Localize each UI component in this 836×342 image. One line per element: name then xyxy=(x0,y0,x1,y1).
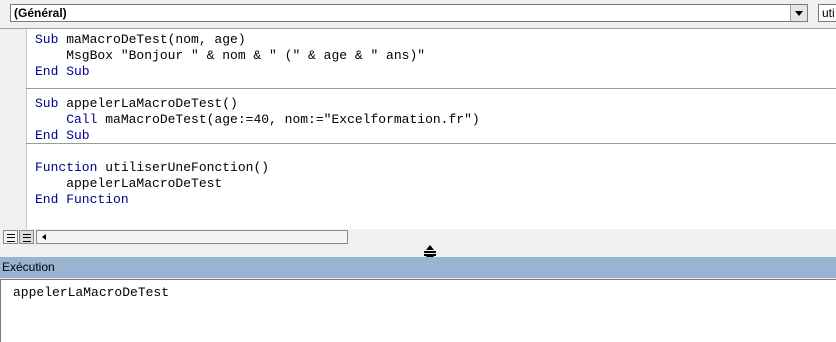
code-line[interactable]: appelerLaMacroDeTest xyxy=(35,176,222,192)
procedure-dropdown-value: uti xyxy=(822,6,835,20)
scroll-left-icon[interactable] xyxy=(39,231,51,243)
code-pane-status xyxy=(0,229,836,246)
chevron-down-icon[interactable] xyxy=(790,5,807,21)
procedure-separator xyxy=(26,143,836,144)
code-editor[interactable]: Sub maMacroDeTest(nom, age) MsgBox "Bonj… xyxy=(0,28,836,231)
object-dropdown-value: (Général) xyxy=(14,6,67,20)
procedure-separator xyxy=(26,88,836,89)
horizontal-scrollbar[interactable] xyxy=(36,230,348,244)
immediate-window-title: Exécution xyxy=(2,260,55,274)
margin-indicator-bar[interactable] xyxy=(0,29,27,231)
code-line[interactable]: MsgBox "Bonjour " & nom & " (" & age & "… xyxy=(35,48,425,64)
full-module-view-button[interactable] xyxy=(19,230,34,244)
code-line[interactable]: Call maMacroDeTest(age:=40, nom:="Excelf… xyxy=(35,112,479,128)
object-dropdown[interactable]: (Général) xyxy=(10,4,808,22)
code-line[interactable]: End Function xyxy=(35,192,129,208)
code-window-toolbar: (Général) uti xyxy=(0,0,836,28)
immediate-window-titlebar[interactable]: Exécution xyxy=(0,257,836,278)
immediate-window-input[interactable]: appelerLaMacroDeTest xyxy=(13,285,169,301)
full-module-view-icon xyxy=(23,234,31,242)
code-line[interactable]: End Sub xyxy=(35,128,90,144)
code-line[interactable]: End Sub xyxy=(35,64,90,80)
code-line[interactable]: Sub appelerLaMacroDeTest() xyxy=(35,96,238,112)
procedure-view-icon xyxy=(7,234,15,242)
procedure-dropdown[interactable]: uti xyxy=(818,4,836,22)
procedure-view-button[interactable] xyxy=(3,230,18,244)
code-line[interactable]: Sub maMacroDeTest(nom, age) xyxy=(35,32,246,48)
code-line[interactable]: Function utiliserUneFonction() xyxy=(35,160,269,176)
immediate-window[interactable]: appelerLaMacroDeTest xyxy=(0,279,836,342)
